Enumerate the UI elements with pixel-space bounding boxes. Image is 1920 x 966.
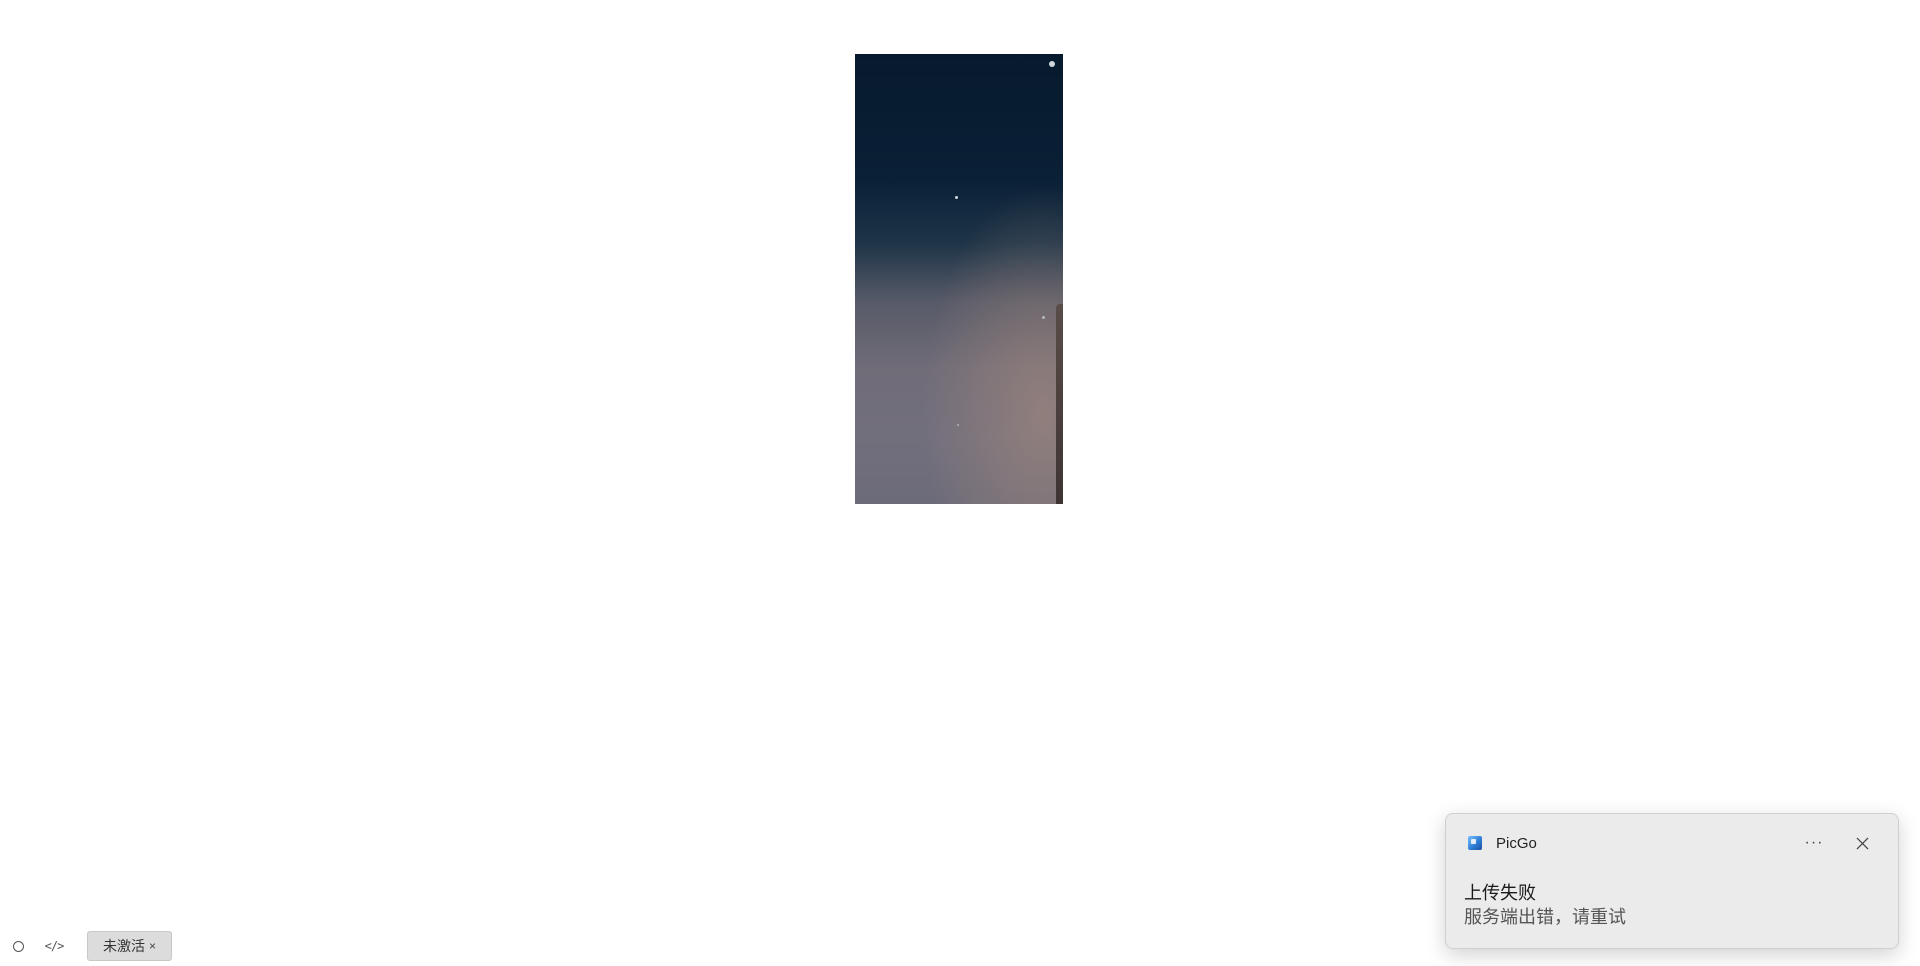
editor-window: </> 未激活 × 2 词 PicGo ··· 上传失败 <box>0 0 1920 966</box>
picgo-app-icon <box>1468 836 1482 850</box>
toast-header: PicGo ··· <box>1468 831 1880 855</box>
toast-message: 服务端出错，请重试 <box>1464 907 1626 927</box>
code-icon: </> <box>44 939 65 953</box>
ellipsis-icon: ··· <box>1804 834 1824 851</box>
toast-app-name: PicGo <box>1496 834 1537 852</box>
star-dot <box>1042 316 1045 319</box>
close-icon[interactable]: × <box>149 939 156 953</box>
notification-toast[interactable]: PicGo ··· 上传失败 服务端出错，请重试 <box>1445 813 1899 949</box>
close-icon <box>1856 837 1868 849</box>
star-dot <box>957 424 959 426</box>
star-dot <box>955 196 958 199</box>
star-dot <box>1049 61 1055 67</box>
close-button[interactable] <box>1844 831 1880 855</box>
sidebar-toggle-button[interactable] <box>0 931 36 961</box>
image-edge-object <box>1056 304 1063 504</box>
source-code-mode-button[interactable]: </> <box>36 931 72 961</box>
embedded-image[interactable] <box>855 54 1063 504</box>
status-bar: </> 未激活 × <box>0 926 173 966</box>
circle-icon <box>12 940 24 952</box>
activation-status-tag[interactable]: 未激活 × <box>87 931 173 961</box>
activation-status-label: 未激活 <box>103 938 145 954</box>
toast-actions: ··· <box>1796 831 1880 855</box>
more-options-button[interactable]: ··· <box>1796 831 1832 855</box>
toast-title: 上传失败 <box>1464 883 1536 903</box>
